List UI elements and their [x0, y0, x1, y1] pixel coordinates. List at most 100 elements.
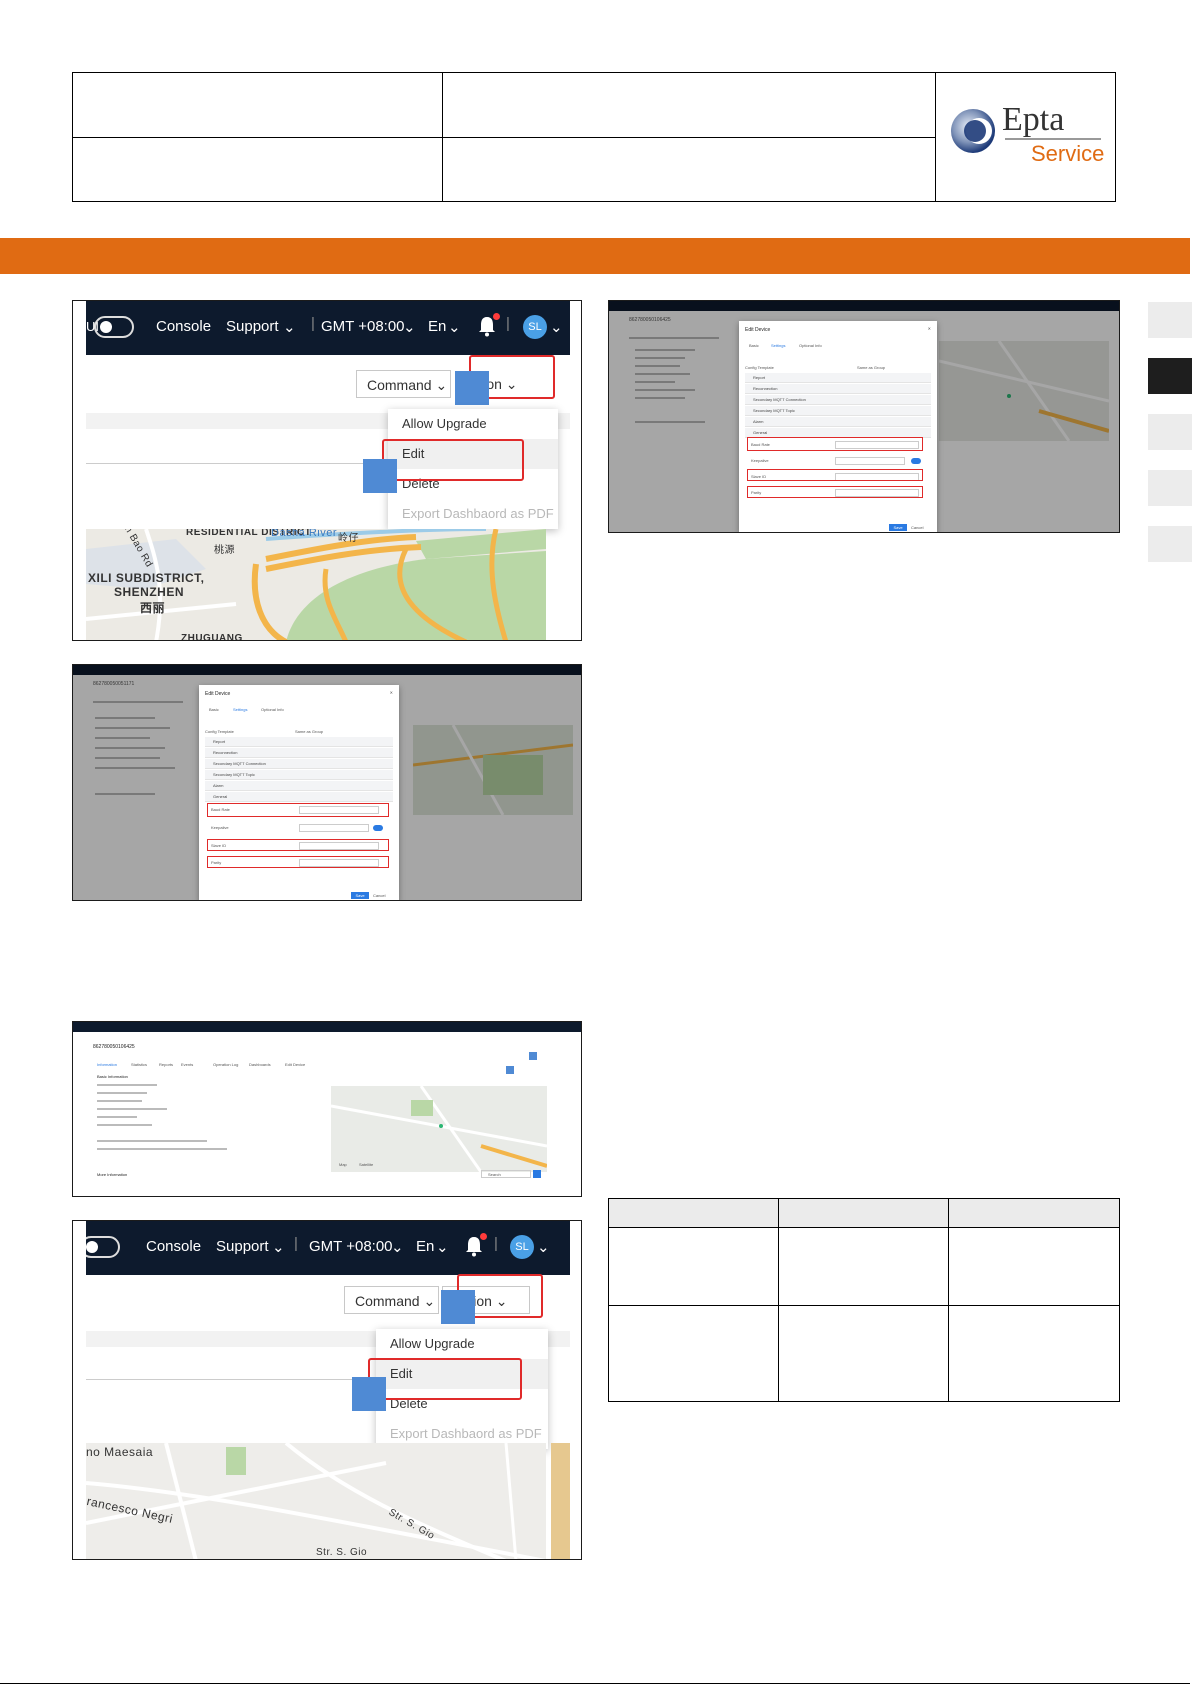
avatar[interactable]: SL [510, 1235, 534, 1259]
cancel-button[interactable]: Cancel [911, 525, 923, 530]
chevron-down-icon: ⌄ [448, 319, 461, 336]
tab-dashboards[interactable]: Dashboards [249, 1062, 271, 1067]
map-view[interactable]: RESIDENTIAL DISTRICT 桃源 Dasha River 岭仔 X… [86, 529, 546, 641]
tab-operation-log[interactable]: Operation Log [213, 1062, 238, 1067]
tab-basic[interactable]: Basic [209, 707, 219, 712]
save-button[interactable]: Save [889, 524, 907, 531]
screenshot-action-menu-2: Console Support ⌄ | GMT +08:00 ⌄ En ⌄ | … [72, 1220, 582, 1560]
section-row[interactable]: Secondary MQTT Topic [205, 770, 393, 780]
nav-timezone[interactable]: GMT +08:00 [309, 1238, 393, 1255]
config-template-label: Config Template [205, 729, 234, 734]
map-view[interactable]: Map Satellite [330, 1085, 548, 1173]
section-row[interactable]: Reconnection [745, 384, 931, 394]
chevron-down-icon: ⌄ [272, 1239, 285, 1256]
search-button[interactable] [533, 1170, 541, 1178]
info-table [608, 1198, 1120, 1402]
theme-toggle[interactable] [86, 1236, 120, 1258]
step-marker [441, 1290, 475, 1324]
epta-service-logo: Epta Service [947, 101, 1113, 171]
tab-edit-device[interactable]: Edit Device [285, 1062, 305, 1067]
table-row [608, 1227, 1120, 1306]
side-tab[interactable] [1148, 414, 1192, 450]
side-tab[interactable] [1148, 302, 1192, 338]
cancel-button[interactable]: Cancel [373, 893, 385, 898]
satellite-tab[interactable]: Satellite [359, 1162, 373, 1167]
section-row[interactable]: Report [745, 373, 931, 383]
nav-separator: | [311, 315, 315, 332]
close-icon[interactable]: ✕ [928, 326, 931, 331]
tab-basic[interactable]: Basic [749, 343, 759, 348]
text-line [97, 1116, 137, 1118]
top-navbar: Console Support ⌄ | GMT +08:00 ⌄ En ⌄ | … [86, 1221, 570, 1275]
tab-settings[interactable]: Settings [771, 343, 785, 348]
table-cell [778, 1227, 949, 1306]
table-header-cell [608, 1198, 779, 1228]
section-row[interactable]: Secondary MQTT Connection [745, 395, 931, 405]
table-header-cell [778, 1198, 949, 1228]
nav-timezone[interactable]: GMT +08:00 [321, 318, 405, 335]
side-tab[interactable] [1148, 470, 1192, 506]
text-line [97, 1124, 152, 1126]
bell-icon[interactable] [478, 313, 500, 337]
chevron-down-icon: ⌄ [436, 1239, 449, 1256]
tab-settings[interactable]: Settings [233, 707, 247, 712]
highlight-box [368, 1358, 522, 1400]
map-tab[interactable]: Map [339, 1162, 347, 1167]
map-view[interactable]: no Maesaia rancesco Negri Str. S. Gio St… [86, 1443, 546, 1559]
highlight-box [207, 839, 389, 851]
side-tab[interactable] [1148, 526, 1192, 562]
notification-dot [493, 313, 500, 320]
map-label: 桃源 [214, 545, 235, 556]
toggle-label: UI [86, 319, 99, 334]
keepalive-field[interactable] [835, 457, 905, 465]
tab-information[interactable]: Information [97, 1062, 117, 1067]
avatar[interactable]: SL [523, 315, 547, 339]
close-icon[interactable]: ✕ [390, 690, 393, 695]
command-button[interactable]: Command ⌄ [356, 370, 451, 398]
map-label: ZHUGUANG [181, 633, 243, 641]
menu-allow-upgrade[interactable]: Allow Upgrade [388, 409, 558, 439]
top-navbar: UI Console Support ⌄ | GMT +08:00 ⌄ En ⌄… [86, 301, 570, 355]
menu-allow-upgrade[interactable]: Allow Upgrade [376, 1329, 548, 1359]
basic-information-heading: Basic Information [97, 1074, 128, 1079]
highlight-box [747, 469, 923, 481]
bell-icon[interactable] [465, 1233, 487, 1257]
nav-support[interactable]: Support [226, 318, 279, 335]
highlight-box [382, 439, 524, 481]
nav-console[interactable]: Console [146, 1238, 201, 1255]
command-button[interactable]: Command ⌄ [344, 1286, 439, 1314]
section-row[interactable]: Alarm [745, 417, 931, 427]
toggle-switch[interactable] [911, 458, 921, 464]
dialog-title: Edit Device [745, 327, 771, 333]
step-marker [352, 1377, 386, 1411]
nav-console[interactable]: Console [156, 318, 211, 335]
tab-events[interactable]: Events [181, 1062, 193, 1067]
table-cell [948, 1227, 1120, 1306]
nav-support[interactable]: Support [216, 1238, 269, 1255]
toggle-switch[interactable] [373, 825, 383, 831]
section-row[interactable]: Secondary MQTT Connection [205, 759, 393, 769]
logo-sub-text: Service [1031, 141, 1105, 166]
keepalive-field[interactable] [299, 824, 369, 832]
tab-statistics[interactable]: Statistics [131, 1062, 147, 1067]
section-row[interactable]: Secondary MQTT Topic [745, 406, 931, 416]
section-row[interactable]: Report [205, 737, 393, 747]
section-row[interactable]: Alarm [205, 781, 393, 791]
divider [86, 463, 366, 464]
tab-optional-info[interactable]: Optional Info [799, 343, 822, 348]
nav-language[interactable]: En [416, 1238, 434, 1255]
map-label: 西丽 [140, 601, 166, 615]
search-input[interactable]: Search [481, 1170, 531, 1178]
section-row[interactable]: General [205, 792, 393, 802]
nav-language[interactable]: En [428, 318, 446, 335]
save-button[interactable]: Save [351, 892, 369, 899]
tab-optional-info[interactable]: Optional Info [261, 707, 284, 712]
map-label: Str. S. Gio [316, 1547, 368, 1558]
theme-toggle[interactable] [94, 316, 134, 338]
chevron-down-icon: ⌄ [403, 319, 416, 336]
side-tab-active[interactable] [1148, 358, 1192, 394]
step-marker [455, 371, 489, 405]
tab-reports[interactable]: Reports [159, 1062, 173, 1067]
table-cell [948, 1305, 1120, 1402]
section-row[interactable]: Reconnection [205, 748, 393, 758]
